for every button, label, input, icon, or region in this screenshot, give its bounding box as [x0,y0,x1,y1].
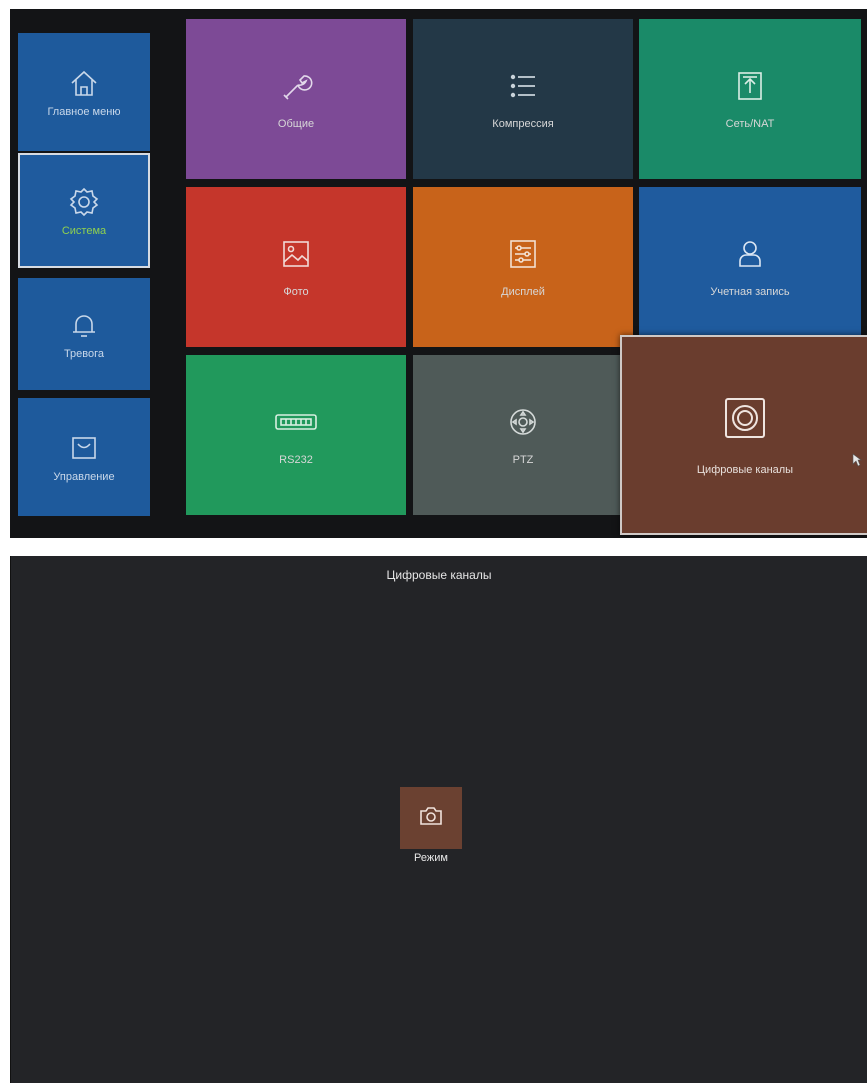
digital-channels-screen: Цифровые каналы Режим [10,556,867,1083]
system-menu-screen: Главное меню Система Тревога Управление … [10,9,867,538]
tile-label: Фото [283,286,309,298]
sidebar-item-label: Тревога [63,348,105,360]
tile-rs232[interactable]: RS232 [186,355,406,515]
tile-general[interactable]: Общие [186,19,406,179]
tile-account[interactable]: Учетная запись [639,187,861,347]
gear-icon [67,185,101,219]
rs232-port-icon [272,404,320,440]
sidebar-item-system[interactable]: Система [18,153,150,268]
tile-ptz[interactable]: PTZ [413,355,633,515]
mode-button[interactable] [400,787,462,849]
sidebar-item-label: Управление [53,471,115,483]
upload-icon [732,68,768,104]
tile-compression[interactable]: Компрессия [413,19,633,179]
tile-label: Цифровые каналы [696,464,794,476]
sidebar-item-alarm[interactable]: Тревога [18,278,150,390]
sidebar-item-management[interactable]: Управление [18,398,150,516]
tile-label: Учетная запись [710,286,790,298]
sliders-icon [505,236,541,272]
tile-label: Общие [277,118,315,130]
image-icon [278,236,314,272]
tile-label: Дисплей [501,286,545,298]
tile-digital-channels[interactable]: Цифровые каналы [620,335,867,535]
tile-photo[interactable]: Фото [186,187,406,347]
tile-label: Сеть/NAT [725,118,775,130]
tile-label: Компрессия [492,118,554,130]
page-title: Цифровые каналы [386,568,492,582]
bell-icon [67,308,101,342]
user-icon [732,236,768,272]
tile-display[interactable]: Дисплей [413,187,633,347]
mouse-cursor-icon [852,453,862,467]
camera-icon [418,805,444,832]
wrench-icon [278,68,314,104]
list-icon [505,68,541,104]
home-icon [67,66,101,100]
sidebar-item-label: Главное меню [47,106,121,118]
tile-network[interactable]: Сеть/NAT [639,19,861,179]
digital-channel-icon [721,394,769,442]
ptz-icon [505,404,541,440]
mode-button-label: Режим [414,852,448,864]
box-icon [67,431,101,465]
sidebar-item-label: Система [61,224,107,237]
tile-label: RS232 [279,454,313,466]
sidebar-item-main-menu[interactable]: Главное меню [18,33,150,151]
tile-label: PTZ [512,454,534,466]
